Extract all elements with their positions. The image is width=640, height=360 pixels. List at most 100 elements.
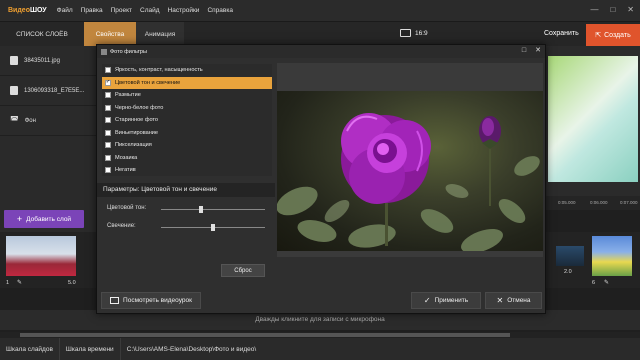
- watch-video-lesson-button[interactable]: Посмотреть видеоурок: [101, 292, 201, 309]
- checkbox[interactable]: [105, 129, 111, 136]
- layer-label: 38435011.jpg: [24, 57, 60, 64]
- tab-layers-list[interactable]: СПИСОК СЛОЁВ: [0, 22, 84, 46]
- filter-item[interactable]: Яркость, контраст, насыщенность: [102, 64, 272, 77]
- ruler-tick-label: 0:05.000: [558, 200, 576, 205]
- filter-label: Виньетирование: [115, 129, 159, 136]
- minimize-icon[interactable]: —: [590, 6, 598, 14]
- menu-settings[interactable]: Настройки: [168, 7, 200, 14]
- menu-help[interactable]: Справка: [207, 7, 233, 14]
- transition-thumbnail[interactable]: [556, 246, 584, 266]
- filter-label: Яркость, контраст, насыщенность: [115, 67, 203, 74]
- video-lesson-label: Посмотреть видеоурок: [123, 297, 192, 304]
- layer-item[interactable]: ◚ Фон: [0, 106, 96, 136]
- filter-label: Негатив: [115, 167, 136, 174]
- slide-thumbnail[interactable]: [592, 236, 632, 276]
- rose-picture: [277, 113, 540, 251]
- checkbox[interactable]: [105, 104, 111, 111]
- toolbar: СПИСОК СЛОЁВ Свойства Анимация 16:9 Сохр…: [0, 22, 640, 46]
- hue-slider-row: Цветовой тон:: [107, 205, 267, 215]
- save-button[interactable]: Сохранить: [544, 30, 579, 37]
- hue-slider-track[interactable]: [161, 209, 265, 210]
- window-controls: — □ ✕: [590, 6, 634, 14]
- create-button[interactable]: ⇱ Создать: [586, 24, 640, 46]
- tab-time-scale[interactable]: Шкала времени: [60, 338, 121, 360]
- pencil-icon[interactable]: ✎: [604, 279, 609, 286]
- filter-label: Мозаика: [115, 154, 138, 161]
- layer-item[interactable]: 1306093318_E7E5E...: [0, 76, 96, 106]
- image-icon: [10, 56, 18, 65]
- cancel-button[interactable]: ✕ Отмена: [485, 292, 542, 309]
- menu-file[interactable]: Файл: [57, 7, 73, 14]
- scrollbar-thumb[interactable]: [20, 333, 510, 337]
- status-bar: Шкала слайдов Шкала времени C:\Users\AMS…: [0, 338, 640, 360]
- checkbox[interactable]: [105, 117, 111, 124]
- apply-button[interactable]: ✓ Применить: [411, 292, 481, 309]
- export-icon: ⇱: [595, 32, 602, 39]
- timeline-ruler: 0:05.000 0:06.000 0:07.000: [540, 196, 640, 210]
- maximize-icon[interactable]: □: [522, 47, 526, 55]
- close-icon[interactable]: ✕: [535, 47, 541, 55]
- filter-item[interactable]: Черно-белое фото: [102, 102, 272, 115]
- slide-preview-area: [540, 46, 640, 196]
- tab-properties[interactable]: Свойства: [84, 22, 136, 46]
- add-layer-button[interactable]: + Добавить слой: [4, 210, 84, 228]
- reset-button[interactable]: Сброс: [221, 264, 265, 277]
- menu-slide[interactable]: Слайд: [140, 7, 160, 14]
- filter-item[interactable]: Размытие: [102, 89, 272, 102]
- plus-icon: +: [16, 214, 23, 224]
- close-icon: ✕: [496, 296, 504, 305]
- video-icon: [110, 297, 120, 304]
- app-logo: Видео ШОУ: [8, 7, 47, 14]
- dialog-window-controls: □ ✕: [522, 47, 541, 55]
- menu-bar: Видео ШОУ Файл Правка Проект Слайд Настро…: [0, 0, 640, 22]
- checkbox[interactable]: [105, 67, 111, 74]
- glow-label: Свечение:: [107, 223, 136, 229]
- aspect-ratio-label: 16:9: [415, 29, 428, 37]
- slide-preview-image: [548, 56, 638, 182]
- filters-list: Яркость, контраст, насыщенность ✓ Цветово…: [102, 64, 272, 176]
- preview-image: [277, 91, 543, 251]
- menu-edit[interactable]: Правка: [81, 7, 103, 14]
- hue-slider-knob[interactable]: [198, 206, 203, 213]
- close-icon[interactable]: ✕: [627, 6, 634, 14]
- photo-filters-dialog: Фото фильтры □ ✕ Яркость, контраст, насы…: [96, 44, 546, 314]
- filter-item[interactable]: Негатив: [102, 164, 272, 177]
- checkbox[interactable]: [105, 154, 111, 161]
- glow-slider-knob[interactable]: [211, 224, 215, 231]
- filter-label: Цветовой тон и свечение: [115, 79, 181, 86]
- filter-item[interactable]: Старинное фото: [102, 114, 272, 127]
- ruler-tick-label: 0:07.000: [620, 200, 638, 205]
- logo-show-text: ШОУ: [29, 7, 47, 14]
- params-header: Параметры: Цветовой тон и свечение: [97, 183, 275, 197]
- filter-item[interactable]: ✓ Цветовой тон и свечение: [102, 76, 272, 89]
- slide-number: 6: [592, 280, 596, 286]
- filter-item[interactable]: Мозаика: [102, 152, 272, 165]
- filter-item[interactable]: Виньетирование: [102, 127, 272, 140]
- menu-project[interactable]: Проект: [111, 7, 132, 14]
- dialog-titlebar: Фото фильтры: [97, 45, 545, 58]
- aspect-ratio-button[interactable]: 16:9: [400, 29, 428, 37]
- checkbox[interactable]: [105, 167, 111, 174]
- slide-number: 1: [6, 280, 10, 286]
- slide-duration: 5.0: [68, 280, 76, 286]
- filter-label: Черно-белое фото: [115, 104, 164, 111]
- checkbox[interactable]: [105, 142, 111, 149]
- layer-item[interactable]: 38435011.jpg: [0, 46, 96, 76]
- slide-thumbnail[interactable]: [6, 236, 76, 276]
- filter-item[interactable]: Пикселизация: [102, 139, 272, 152]
- checkbox[interactable]: [105, 92, 111, 99]
- paint-bucket-icon: ◚: [10, 115, 19, 125]
- image-icon: [10, 86, 18, 95]
- ruler-tick-label: 0:06.000: [590, 200, 608, 205]
- filter-label: Старинное фото: [115, 117, 159, 124]
- layer-label: Фон: [24, 117, 36, 124]
- maximize-icon[interactable]: □: [610, 6, 615, 14]
- hue-label: Цветовой тон:: [107, 205, 147, 211]
- add-layer-label: Добавить слой: [26, 215, 72, 223]
- layers-panel: 38435011.jpg 1306093318_E7E5E... ◚ Фон: [0, 46, 96, 232]
- checkbox[interactable]: ✓: [105, 79, 111, 86]
- tab-animation[interactable]: Анимация: [136, 22, 184, 46]
- pencil-icon[interactable]: ✎: [17, 279, 22, 286]
- tab-slides-scale[interactable]: Шкала слайдов: [0, 338, 60, 360]
- filter-label: Размытие: [115, 92, 141, 99]
